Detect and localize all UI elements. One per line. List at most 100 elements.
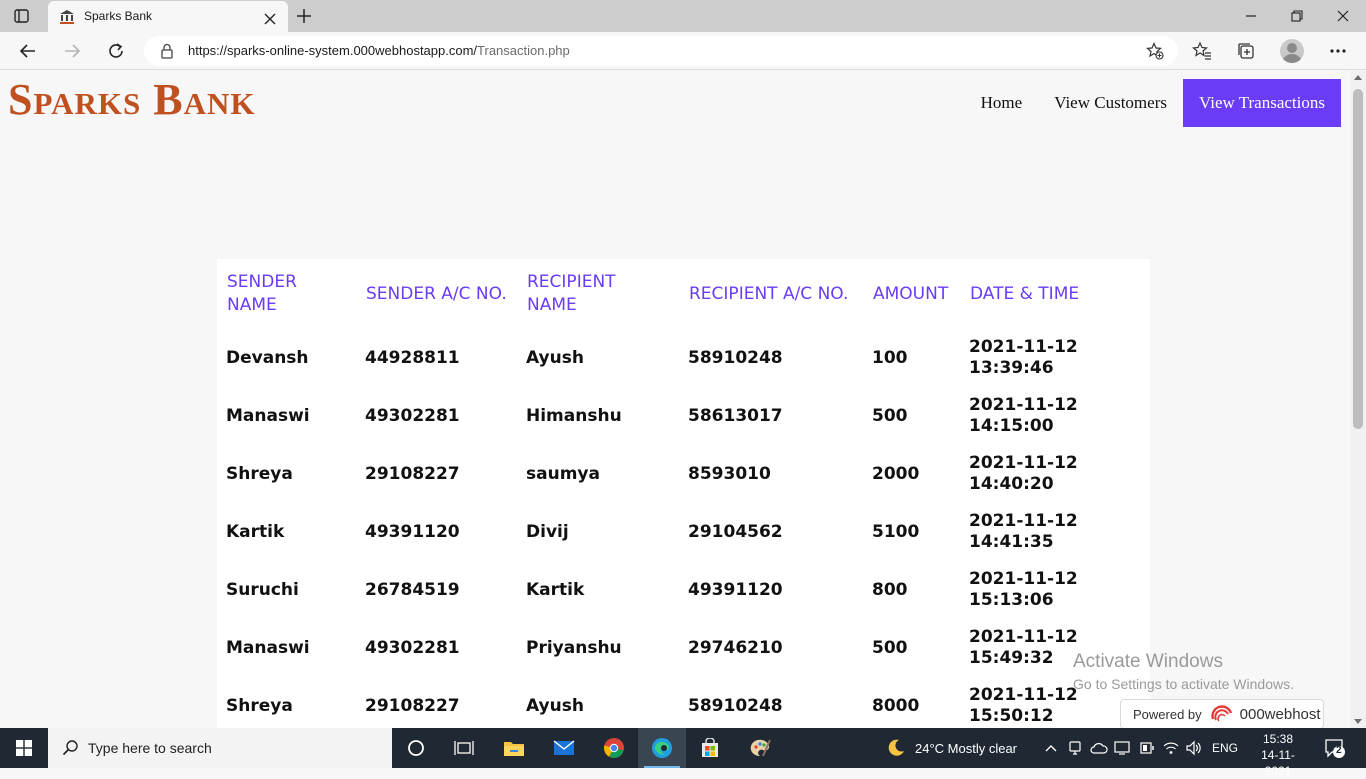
cell-amount: 500 <box>872 405 908 426</box>
header-sender-name: SENDER NAME <box>227 272 297 315</box>
volume-icon[interactable] <box>1186 740 1202 756</box>
cell-recipient: Priyanshu <box>526 637 622 658</box>
cell-time: 15:50:12 <box>969 706 1054 726</box>
url-path: Transaction.php <box>477 43 570 58</box>
nav-view-customers[interactable]: View Customers <box>1038 79 1183 127</box>
cell-recipient-ac: 49391120 <box>688 579 783 600</box>
webhost-logo-icon <box>1210 703 1234 726</box>
cell-sender-ac: 49302281 <box>365 405 460 426</box>
favorites-icon[interactable] <box>1191 40 1213 62</box>
chevron-up-icon[interactable] <box>1043 740 1059 756</box>
address-bar[interactable]: https://sparks-online-system.000webhosta… <box>144 36 1178 66</box>
cell-time: 14:41:35 <box>969 532 1054 552</box>
refresh-icon[interactable] <box>105 40 127 62</box>
cortana-icon[interactable] <box>392 728 440 768</box>
cell-sender: Suruchi <box>226 579 299 600</box>
nav-view-transactions[interactable]: View Transactions <box>1182 79 1341 127</box>
more-menu-icon[interactable] <box>1327 40 1349 62</box>
wifi-icon[interactable] <box>1163 740 1179 756</box>
url-text[interactable]: https://sparks-online-system.000webhosta… <box>188 43 570 58</box>
weather-moon-icon[interactable] <box>886 738 906 758</box>
close-tab-icon[interactable] <box>264 10 276 25</box>
cell-recipient-ac: 58613017 <box>688 405 783 426</box>
language-indicator[interactable]: ENG <box>1212 741 1238 755</box>
file-explorer-icon[interactable] <box>490 728 538 768</box>
cell-recipient-ac: 58910248 <box>688 347 783 368</box>
cell-date: 2021-11-12 <box>969 511 1078 531</box>
taskbar-search-box[interactable]: Type here to search <box>48 728 392 768</box>
weather-text[interactable]: 24°C Mostly clear <box>915 741 1017 756</box>
forward-arrow-icon[interactable] <box>61 40 83 62</box>
cell-recipient: Kartik <box>526 579 585 600</box>
table-row: Shreya 29108227 saumya 8593010 2000 2021… <box>217 445 1150 503</box>
cell-time: 15:13:06 <box>969 590 1054 610</box>
table-row: Devansh 44928811 Ayush 58910248 100 2021… <box>217 329 1150 387</box>
profile-avatar-icon[interactable] <box>1280 39 1304 63</box>
restore-window-icon[interactable] <box>1274 0 1320 32</box>
notifications-icon[interactable]: 2 <box>1324 738 1346 758</box>
transactions-table: SENDER NAME SENDER A/C NO. RECIPIENT NAM… <box>217 259 1150 728</box>
collections-icon[interactable] <box>1235 40 1257 62</box>
cell-sender: Kartik <box>226 521 285 542</box>
activate-title: Activate Windows <box>1073 651 1223 672</box>
browser-tab[interactable]: Sparks Bank <box>48 1 288 32</box>
battery-icon[interactable] <box>1139 740 1155 756</box>
paint-icon[interactable] <box>736 728 784 768</box>
cell-date: 2021-11-12 <box>969 685 1078 705</box>
activate-windows-watermark: Activate Windows Go to Settings to activ… <box>1073 651 1294 692</box>
windows-start-icon[interactable] <box>0 728 48 768</box>
cell-date: 2021-11-12 <box>969 453 1078 473</box>
scroll-thumb[interactable] <box>1353 89 1363 429</box>
cell-sender: Manaswi <box>226 637 310 658</box>
page-scrollbar[interactable] <box>1350 71 1366 728</box>
clock-date: 14-11-2021 <box>1261 748 1295 778</box>
mail-icon[interactable] <box>540 728 588 768</box>
activate-subtitle: Go to Settings to activate Windows. <box>1073 676 1294 692</box>
powered-by-badge[interactable]: Powered by 000webhost <box>1120 699 1324 728</box>
lock-icon[interactable] <box>160 43 174 59</box>
notification-count: 2 <box>1336 745 1342 756</box>
taskbar-clock[interactable]: 15:38 14-11-2021 <box>1258 731 1298 779</box>
nav-home[interactable]: Home <box>965 79 1039 127</box>
table-row: Suruchi 26784519 Kartik 49391120 800 202… <box>217 561 1150 619</box>
cell-recipient-ac: 8593010 <box>688 463 771 484</box>
back-arrow-icon[interactable] <box>17 40 39 62</box>
task-view-icon[interactable] <box>440 728 488 768</box>
cell-date: 2021-11-12 <box>969 627 1078 647</box>
cell-sender-ac: 29108227 <box>365 463 460 484</box>
cell-sender-ac: 26784519 <box>365 579 460 600</box>
new-tab-icon[interactable] <box>295 7 313 25</box>
display-icon[interactable] <box>1114 740 1130 756</box>
tab-title: Sparks Bank <box>84 9 153 23</box>
scroll-up-arrow-icon[interactable] <box>1354 75 1362 80</box>
header-date-time: DATE & TIME <box>970 283 1080 304</box>
cell-sender-ac: 44928811 <box>365 347 460 368</box>
browser-tab-strip: Sparks Bank <box>0 0 1366 32</box>
url-host: https://sparks-online-system.000webhosta… <box>188 43 478 58</box>
tab-actions-icon[interactable] <box>10 6 32 26</box>
browser-toolbar: https://sparks-online-system.000webhosta… <box>0 32 1366 70</box>
powered-by-label: Powered by <box>1133 706 1202 722</box>
add-favorite-icon[interactable] <box>1146 42 1164 60</box>
page-viewport: Sparks Bank Home View Customers View Tra… <box>0 71 1350 728</box>
cell-recipient: Ayush <box>526 347 584 368</box>
table-header-row: SENDER NAME SENDER A/C NO. RECIPIENT NAM… <box>217 259 1150 329</box>
chrome-icon[interactable] <box>590 728 638 768</box>
cell-amount: 2000 <box>872 463 920 484</box>
onedrive-cloud-icon[interactable] <box>1090 740 1108 756</box>
minimize-window-icon[interactable] <box>1228 0 1274 32</box>
cell-recipient-ac: 29104562 <box>688 521 783 542</box>
brand-logo[interactable]: Sparks Bank <box>8 78 255 122</box>
scroll-down-arrow-icon[interactable] <box>1354 719 1362 724</box>
header-recipient-name: RECIPIENT NAME <box>527 272 616 315</box>
bank-favicon-icon <box>59 9 75 25</box>
cell-date-time: 2021-11-12 15:13:06 <box>960 561 1150 619</box>
edge-browser-icon[interactable] <box>638 728 686 768</box>
store-icon[interactable] <box>686 728 734 768</box>
cell-sender: Devansh <box>226 347 309 368</box>
cell-sender-ac: 49302281 <box>365 637 460 658</box>
table-row: Kartik 49391120 Divij 29104562 5100 2021… <box>217 503 1150 561</box>
close-window-icon[interactable] <box>1320 0 1366 32</box>
device-icon[interactable] <box>1067 740 1083 756</box>
cell-amount: 5100 <box>872 521 920 542</box>
